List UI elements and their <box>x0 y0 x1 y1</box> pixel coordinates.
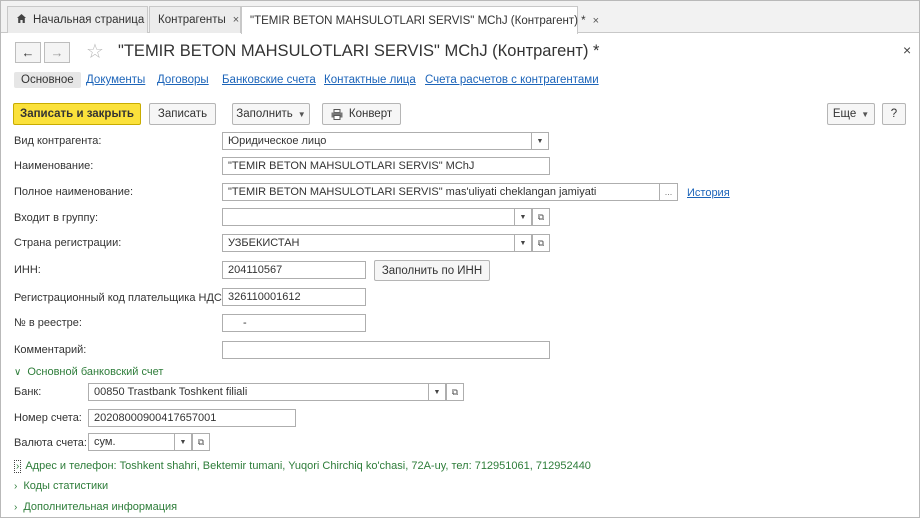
vat-code-input[interactable]: 326110001612 <box>222 288 366 306</box>
chevron-right-icon: › <box>14 460 22 473</box>
address-group-title: Адрес и телефон: Toshkent shahri, Bektem… <box>25 460 591 472</box>
subtab-main[interactable]: Основное <box>14 72 81 88</box>
chevron-down-icon: ∨ <box>14 367 22 378</box>
more-label: Еще <box>832 108 857 120</box>
envelope-label: Конверт <box>348 108 393 120</box>
group-input[interactable] <box>222 208 520 226</box>
country-input[interactable]: УЗБЕКИСТАН <box>222 234 520 252</box>
arrow-left-icon: ← <box>21 45 35 60</box>
open-icon[interactable]: ⧉ <box>532 234 550 252</box>
name-input[interactable]: "TEMIR BETON MAHSULOTLARI SERVIS" MChJ <box>222 157 550 175</box>
tab-counterparty-card-label: "TEMIR BETON MAHSULOTLARI SERVIS" MChJ (… <box>250 14 586 27</box>
chevron-down-icon[interactable]: ▼ <box>514 208 532 226</box>
close-icon[interactable]: × <box>593 15 599 27</box>
vat-code-label: Регистрационный код плательщика НДС: <box>14 292 225 304</box>
inn-input[interactable]: 204110567 <box>222 261 366 279</box>
tab-home[interactable]: Начальная страница <box>7 6 148 33</box>
tab-counterparties-label: Контрагенты <box>158 14 226 26</box>
full-name-input[interactable]: "TEMIR BETON MAHSULOTLARI SERVIS" mas'ul… <box>222 183 660 201</box>
tab-counterparty-card[interactable]: "TEMIR BETON MAHSULOTLARI SERVIS" MChJ (… <box>241 6 599 34</box>
back-button[interactable]: ← <box>15 42 41 63</box>
account-number-input[interactable]: 20208000900417657001 <box>88 409 296 427</box>
bank-account-group-title: Основной банковский счет <box>27 366 164 378</box>
extra-group-title: Дополнительная информация <box>23 501 178 513</box>
comment-input[interactable] <box>222 341 550 359</box>
inn-label: ИНН: <box>14 264 41 276</box>
help-button[interactable]: ? <box>882 103 906 125</box>
bank-label: Банк: <box>14 386 42 398</box>
tab-strip: Начальная страница Контрагенты × "TEMIR … <box>1 1 919 34</box>
home-icon <box>16 13 27 27</box>
fill-label: Заполнить <box>236 108 293 120</box>
currency-input[interactable]: сум. <box>88 433 176 451</box>
close-icon[interactable]: × <box>233 14 239 26</box>
close-icon[interactable]: × <box>903 42 911 58</box>
comment-label: Комментарий: <box>14 344 87 356</box>
subtab-contact-persons[interactable]: Контактные лица <box>324 74 416 86</box>
counterparty-type-select[interactable]: Юридическое лицо <box>222 132 536 150</box>
country-label: Страна регистрации: <box>14 237 122 249</box>
subtab-contracts[interactable]: Договоры <box>157 74 209 86</box>
more-dots-button[interactable]: ... <box>659 183 678 201</box>
tab-counterparties[interactable]: Контрагенты × <box>149 6 241 33</box>
registry-number-input[interactable]: - <box>222 314 366 332</box>
bank-input[interactable]: 00850 Trastbank Toshkent filiali <box>88 383 430 401</box>
fill-by-inn-button[interactable]: Заполнить по ИНН <box>374 260 490 281</box>
chevron-down-icon[interactable]: ▼ <box>174 433 192 451</box>
name-label: Наименование: <box>14 160 94 172</box>
address-group-toggle[interactable]: › Адрес и телефон: Toshkent shahri, Bekte… <box>14 460 591 473</box>
chevron-down-icon: ▼ <box>297 109 306 119</box>
envelope-button[interactable]: Конверт <box>322 103 401 125</box>
subtab-documents[interactable]: Документы <box>86 74 145 86</box>
bank-account-group-toggle[interactable]: ∨ Основной банковский счет <box>14 366 163 378</box>
full-name-label: Полное наименование: <box>14 186 134 198</box>
favorite-star-icon[interactable]: ☆ <box>86 39 104 64</box>
tab-home-label: Начальная страница <box>33 14 145 26</box>
fill-dropdown-button[interactable]: Заполнить ▼ <box>232 103 310 125</box>
chevron-down-icon: ▼ <box>861 109 870 119</box>
chevron-right-icon: › <box>14 481 18 492</box>
open-icon[interactable]: ⧉ <box>532 208 550 226</box>
chevron-down-icon[interactable]: ▼ <box>531 132 549 150</box>
page-title: "TEMIR BETON MAHSULOTLARI SERVIS" MChJ (… <box>118 42 600 60</box>
save-and-close-button[interactable]: Записать и закрыть <box>13 103 141 125</box>
arrow-right-icon: → <box>50 45 64 60</box>
group-label: Входит в группу: <box>14 212 98 224</box>
forward-button[interactable]: → <box>44 42 70 63</box>
open-icon[interactable]: ⧉ <box>446 383 464 401</box>
currency-label: Валюта счета: <box>14 437 87 449</box>
save-button[interactable]: Записать <box>149 103 216 125</box>
subtab-settlement-accounts[interactable]: Счета расчетов с контрагентами <box>425 74 599 86</box>
stats-group-title: Коды статистики <box>23 480 109 492</box>
chevron-down-icon[interactable]: ▼ <box>514 234 532 252</box>
history-link[interactable]: История <box>687 187 730 199</box>
counterparty-type-label: Вид контрагента: <box>14 135 102 147</box>
chevron-right-icon: › <box>14 502 18 513</box>
registry-number-label: № в реестре: <box>14 317 82 329</box>
stats-group-toggle[interactable]: › Коды статистики <box>14 480 108 492</box>
chevron-down-icon[interactable]: ▼ <box>428 383 446 401</box>
subtab-bank-accounts[interactable]: Банковские счета <box>222 74 316 86</box>
printer-icon <box>331 108 343 120</box>
open-icon[interactable]: ⧉ <box>192 433 210 451</box>
account-number-label: Номер счета: <box>14 412 82 424</box>
extra-group-toggle[interactable]: › Дополнительная информация <box>14 501 177 513</box>
more-button[interactable]: Еще ▼ <box>827 103 875 125</box>
